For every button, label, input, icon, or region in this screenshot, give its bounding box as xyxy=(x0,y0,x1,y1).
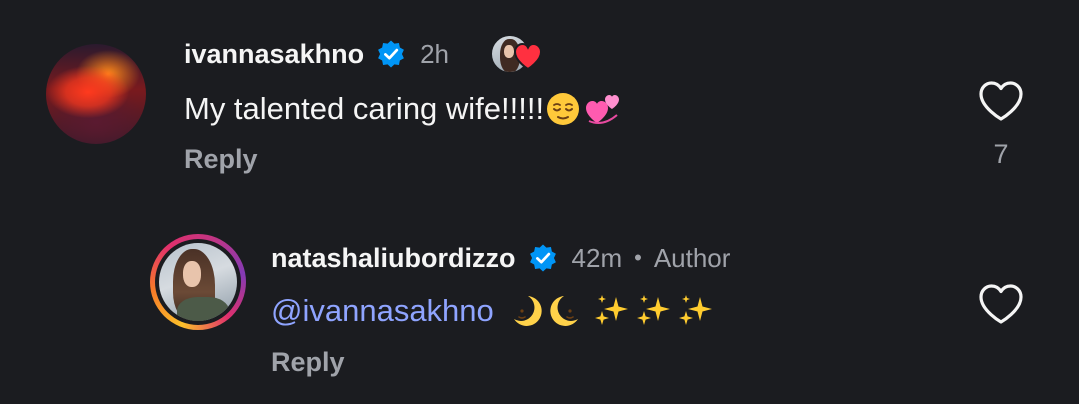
heart-filled-icon xyxy=(513,42,543,71)
username[interactable]: natashaliubordizzo xyxy=(271,243,516,274)
liked-by-author-badge xyxy=(490,34,546,74)
comment-text-row: My talented caring wife!!!!! xyxy=(184,88,623,130)
sparkles-icon xyxy=(636,295,670,325)
first-quarter-moon-face-icon xyxy=(513,296,542,326)
heart-outline-icon[interactable] xyxy=(977,79,1025,123)
reply-button[interactable]: Reply xyxy=(184,144,258,175)
crescent-moon-face-icon xyxy=(550,296,578,326)
sparkles-icon xyxy=(594,295,628,325)
mention-link[interactable]: @ivannasakhno xyxy=(271,293,494,329)
timestamp: 42m xyxy=(571,242,623,273)
avatar-natashaliubordizzo[interactable] xyxy=(150,234,246,330)
relieved-face-icon xyxy=(547,93,580,125)
like-count: 7 xyxy=(993,139,1009,169)
username[interactable]: ivannasakhno xyxy=(184,39,364,70)
verified-badge-icon xyxy=(378,40,404,68)
separator-dot: • xyxy=(634,245,642,270)
comment-text: My talented caring wife!!!!! xyxy=(184,91,545,126)
author-badge: Author xyxy=(653,242,731,273)
sparkles-icon xyxy=(678,295,712,325)
comment-header: natashaliubordizzo 42m • Author xyxy=(271,239,730,277)
verified-badge-icon xyxy=(529,244,556,272)
profile-photo xyxy=(159,243,237,321)
revolving-hearts-icon xyxy=(586,95,620,124)
comment-header: ivannasakhno 2h xyxy=(184,36,449,72)
heart-outline-icon[interactable] xyxy=(977,282,1025,326)
comment-text-row: @ivannasakhno xyxy=(271,290,716,332)
reply-button[interactable]: Reply xyxy=(271,347,345,378)
avatar-ivannasakhno[interactable] xyxy=(46,44,146,144)
timestamp: 2h xyxy=(420,38,449,69)
